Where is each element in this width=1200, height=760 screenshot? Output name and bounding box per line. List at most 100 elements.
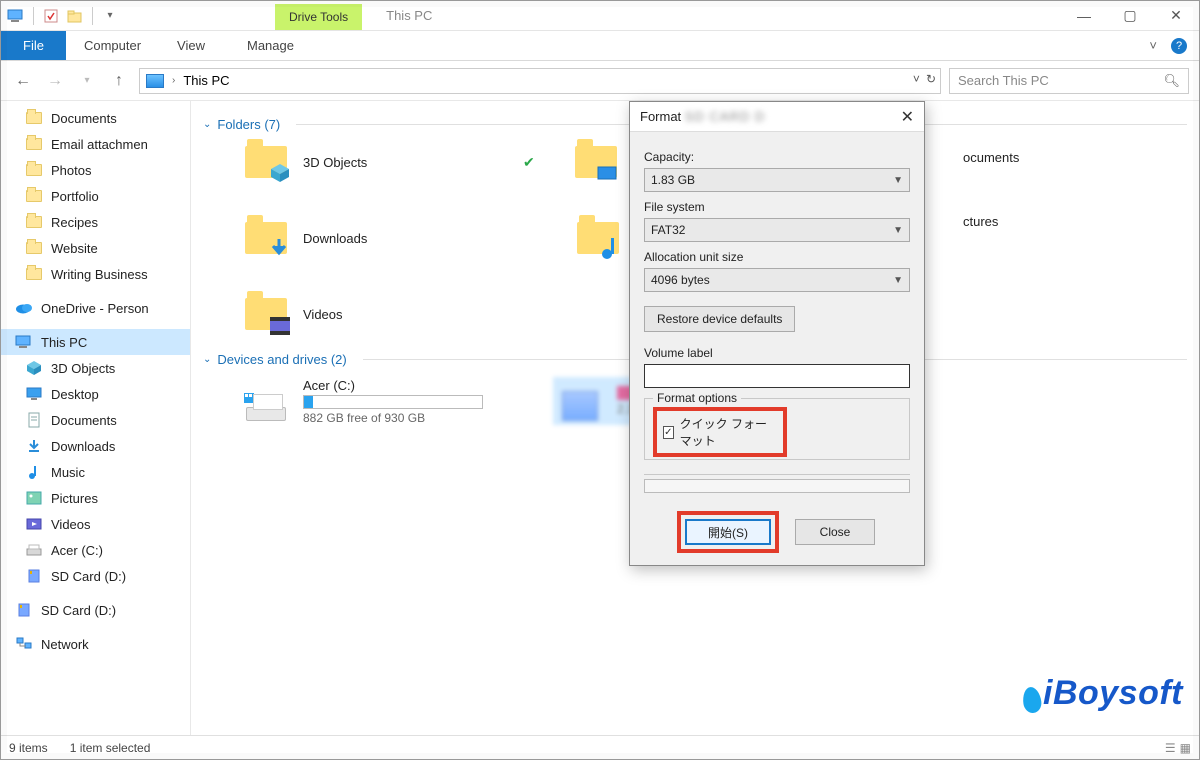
tab-computer[interactable]: Computer (66, 31, 159, 60)
sidebar-item-music[interactable]: Music (1, 459, 190, 485)
address-dropdown-icon[interactable]: ˅ (913, 72, 920, 86)
sidebar-item-desktop[interactable]: Desktop (1, 381, 190, 407)
forward-button[interactable]: → (43, 69, 67, 93)
dialog-titlebar[interactable]: Format SD CARD D ✕ (630, 102, 924, 132)
capacity-select[interactable]: 1.83 GB▼ (644, 168, 910, 192)
file-system-select[interactable]: FAT32▼ (644, 218, 910, 242)
chevron-down-icon: ▼ (893, 225, 903, 236)
sidebar-item-sd-card[interactable]: SD Card (D:) (1, 563, 190, 589)
sidebar-item-this-pc[interactable]: This PC (1, 329, 190, 355)
sidebar-item-pictures[interactable]: Pictures (1, 485, 190, 511)
volume-label-input[interactable] (644, 364, 910, 388)
cube-icon (269, 162, 291, 184)
film-icon (269, 316, 291, 336)
recent-dropdown-icon[interactable]: ▾ (75, 69, 99, 93)
contextual-tab-drive-tools[interactable]: Drive Tools (275, 4, 362, 30)
download-icon (25, 438, 43, 454)
sidebar-item-portfolio[interactable]: Portfolio (1, 183, 190, 209)
minimize-button[interactable]: — (1061, 1, 1107, 30)
ribbon-collapse-icon[interactable]: ˅ (1149, 38, 1157, 53)
format-progress-bar (644, 479, 910, 493)
folder-tile-3d-objects[interactable]: 3D Objects (243, 142, 483, 182)
qat-dropdown-icon[interactable]: ▾ (101, 7, 119, 25)
checkmark-icon: ✔ (523, 154, 535, 171)
label-allocation: Allocation unit size (644, 250, 910, 264)
sidebar-item-videos[interactable]: Videos (1, 511, 190, 537)
separator (92, 7, 93, 25)
tab-manage[interactable]: Manage (229, 31, 312, 60)
sidebar-item-recipes[interactable]: Recipes (1, 209, 190, 235)
window-title: This PC (386, 8, 432, 23)
search-box[interactable]: Search This PC 🔍︎ (949, 68, 1189, 94)
sidebar-item-acer-c[interactable]: Acer (C:) (1, 537, 190, 563)
sidebar-item-photos[interactable]: Photos (1, 157, 190, 183)
drive-tile-acer-c[interactable]: Acer (C:) 882 GB free of 930 GB (243, 377, 513, 425)
separator (33, 7, 34, 25)
status-selected: 1 item selected (70, 741, 151, 755)
file-tab[interactable]: File (1, 31, 66, 60)
sidebar-item-website[interactable]: Website (1, 235, 190, 261)
desktop-icon (25, 386, 43, 402)
desktop-icon (597, 166, 619, 184)
sd-card-icon (15, 602, 33, 618)
folder-tile-music-partial[interactable]: Mu (577, 218, 637, 258)
back-button[interactable]: ← (11, 69, 35, 93)
properties-icon[interactable] (42, 7, 60, 25)
label-pictures-partial: ctures (963, 214, 998, 229)
sd-card-icon (557, 381, 603, 421)
new-folder-icon[interactable] (66, 7, 84, 25)
app-icon (7, 7, 25, 25)
sidebar-item-downloads[interactable]: Downloads (1, 433, 190, 459)
sidebar-item-3d-objects[interactable]: 3D Objects (1, 355, 190, 381)
status-bar: 9 items 1 item selected ☰ ▦ (1, 735, 1199, 759)
sidebar-item-documents[interactable]: Documents (1, 105, 190, 131)
close-button-dialog[interactable]: Close (795, 519, 875, 545)
file-explorer-window: ▾ Drive Tools This PC — ▢ ✕ File Compute… (0, 0, 1200, 760)
breadcrumb-this-pc[interactable]: This PC (183, 73, 229, 88)
onedrive-icon (15, 300, 33, 316)
drive-capacity-bar (303, 395, 483, 409)
folder-tile-videos[interactable]: Videos (243, 294, 483, 334)
sidebar-item-onedrive[interactable]: OneDrive - Person (1, 295, 190, 321)
large-icons-view-icon[interactable]: ▦ (1180, 741, 1191, 755)
checkbox-icon[interactable]: ✓ (663, 426, 674, 439)
allocation-select[interactable]: 4096 bytes▼ (644, 268, 910, 292)
sidebar-item-documents-pc[interactable]: Documents (1, 407, 190, 433)
droplet-icon (1021, 686, 1042, 714)
sidebar-item-sd-card-detached[interactable]: SD Card (D:) (1, 597, 190, 623)
chevron-down-icon[interactable]: ⌄ (203, 354, 211, 365)
titlebar: ▾ Drive Tools This PC — ▢ ✕ (1, 1, 1199, 31)
nav-row: ← → ▾ ↑ › This PC ˅ ↻ Search This PC 🔍︎ (1, 61, 1199, 101)
pictures-icon (25, 490, 43, 506)
search-icon[interactable]: 🔍︎ (1163, 73, 1180, 89)
restore-defaults-button[interactable]: Restore device defaults (644, 306, 795, 332)
network-icon (15, 636, 33, 652)
address-bar[interactable]: › This PC ˅ ↻ (139, 68, 941, 94)
start-button[interactable]: 開始(S) (685, 519, 771, 545)
status-item-count: 9 items (9, 741, 48, 755)
label-volume: Volume label (644, 346, 910, 360)
sidebar-item-network[interactable]: Network (1, 631, 190, 657)
folder-tile-desktop-partial[interactable]: De (575, 142, 635, 182)
quick-format-checkbox-row[interactable]: ✓ クイック フォーマット (655, 409, 785, 455)
maximize-button[interactable]: ▢ (1107, 1, 1153, 30)
close-button[interactable]: ✕ (1153, 1, 1199, 30)
details-view-icon[interactable]: ☰ (1165, 741, 1176, 755)
chevron-down-icon: ▼ (893, 275, 903, 286)
chevron-right-icon[interactable]: › (172, 75, 175, 86)
sidebar-item-email[interactable]: Email attachmen (1, 131, 190, 157)
main-area: Documents Email attachmen Photos Portfol… (1, 101, 1199, 735)
help-icon[interactable]: ? (1171, 38, 1187, 54)
drive-name: Acer (C:) (303, 378, 483, 393)
tab-view[interactable]: View (159, 31, 223, 60)
folder-tile-downloads[interactable]: Downloads (243, 218, 483, 258)
up-button[interactable]: ↑ (107, 69, 131, 93)
refresh-icon[interactable]: ↻ (926, 72, 936, 86)
dialog-close-button[interactable]: ✕ (901, 107, 914, 127)
chevron-down-icon[interactable]: ⌄ (203, 119, 211, 130)
sidebar-item-writing[interactable]: Writing Business (1, 261, 190, 287)
format-options-legend: Format options (653, 391, 741, 405)
music-icon (25, 464, 43, 480)
sd-card-icon (25, 568, 43, 584)
ribbon: File Computer View Manage ˅ ? (1, 31, 1199, 61)
